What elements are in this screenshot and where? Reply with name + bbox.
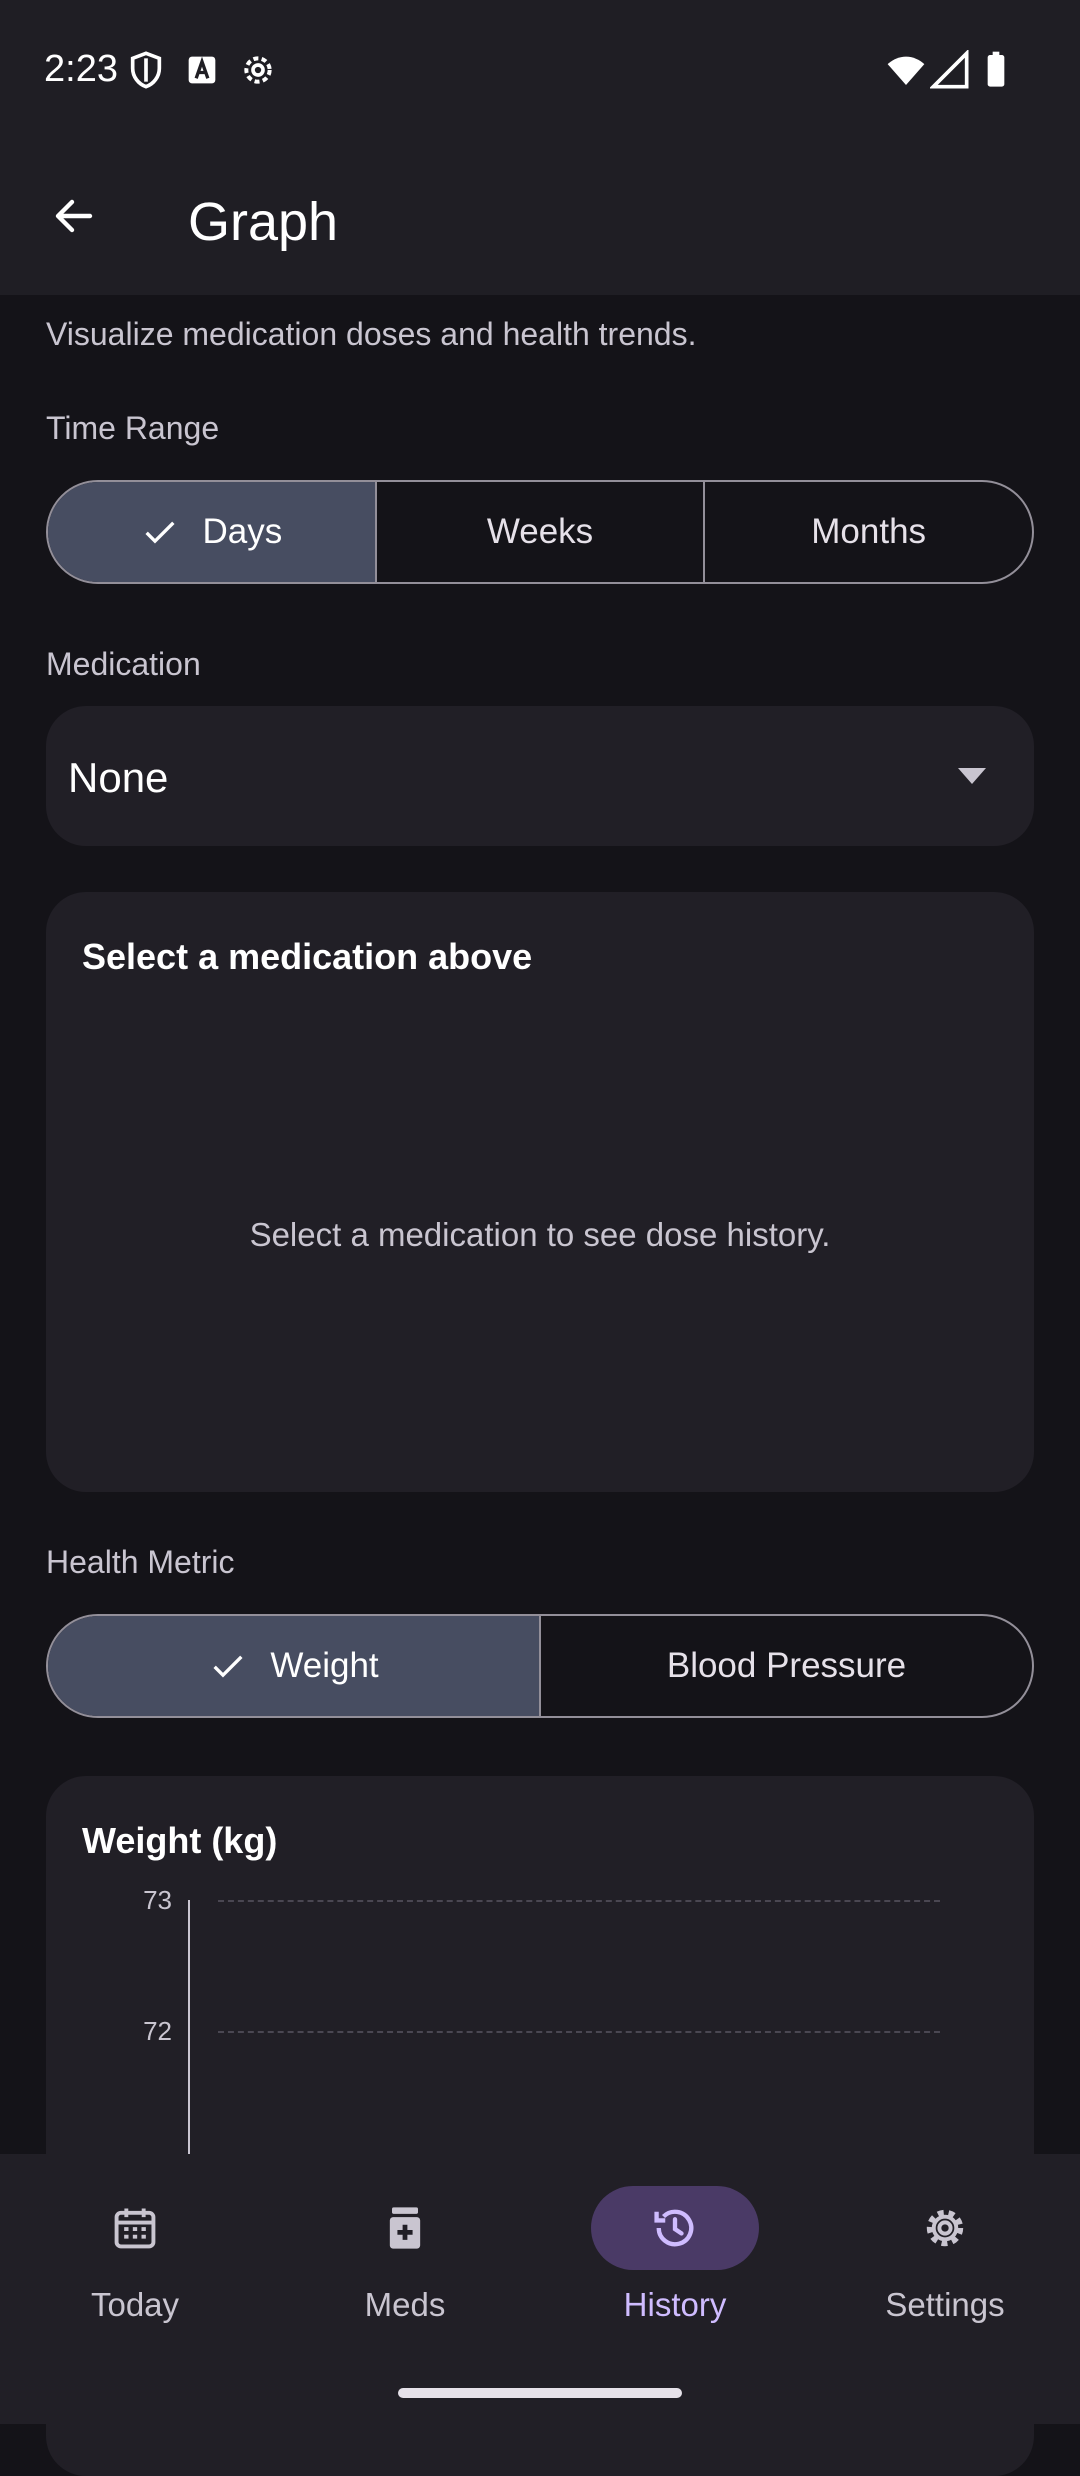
nav-label-today: Today [90,2286,180,2323]
medication-icon [389,2207,421,2249]
health-metric-blood-pressure-label: Blood Pressure [666,1646,907,1685]
page-subtitle: Visualize medication doses and health tr… [46,316,697,352]
health-metric-blood-pressure-button[interactable]: Blood Pressure [539,1616,1032,1716]
time-range-months-label: Months [811,512,927,551]
shield-icon [130,51,162,89]
page-title: Graph [188,192,339,252]
time-range-months-button[interactable]: Months [703,482,1032,582]
status-time: 2:23 [44,48,118,90]
time-range-label: Time Range [46,410,220,446]
medication-dropdown[interactable] [46,706,1034,846]
back-button[interactable] [30,172,118,260]
time-range-weeks-button[interactable]: Weeks [374,482,704,582]
history-icon [654,2209,694,2247]
medication-selected-value: None [68,754,169,801]
text-a-icon [188,56,216,84]
check-icon [213,1655,243,1678]
nav-pill [321,2186,489,2270]
medication-label: Medication [46,646,201,682]
dropdown-arrow-icon [958,768,986,784]
top-app-bar [0,140,1080,295]
gear-icon [926,2209,964,2247]
health-metric-weight-label: Weight [270,1646,379,1685]
cell-signal-icon [930,50,969,89]
dose-card-empty-text: Select a medication to see dose history. [249,1216,831,1253]
time-range-segmented-control: Days Weeks Months [46,480,1034,584]
time-range-weeks-label: Weeks [486,512,594,551]
health-metric-label: Health Metric [46,1544,235,1580]
calendar-icon [114,2208,156,2249]
y-tick-label: 73 [143,1885,172,1915]
nav-pill-active [591,2186,759,2270]
settings-status-icon [244,56,272,84]
nav-item-today[interactable]: Today [0,2186,270,2386]
nav-pill [51,2186,219,2270]
nav-item-settings[interactable]: Settings [810,2186,1080,2386]
nav-label-meds: Meds [364,2286,446,2323]
check-icon [145,521,175,544]
dose-history-card [46,892,1034,1492]
grid-line [218,2031,940,2033]
nav-label-settings: Settings [885,2286,1005,2323]
time-range-days-button[interactable]: Days [48,482,375,582]
battery-icon [987,51,1005,87]
nav-label-history: History [623,2286,727,2323]
weight-chart-title: Weight (kg) [82,1820,278,1861]
y-tick-label: 72 [143,2016,172,2046]
nav-item-history[interactable]: History [540,2186,810,2386]
nav-item-meds[interactable]: Meds [270,2186,540,2386]
home-indicator[interactable] [398,2388,682,2398]
dose-card-title: Select a medication above [82,936,533,977]
health-metric-weight-button[interactable]: Weight [48,1616,539,1716]
time-range-days-label: Days [202,512,283,551]
health-metric-segmented-control: Weight Blood Pressure [46,1614,1034,1718]
nav-pill [861,2186,1029,2270]
wifi-icon [887,56,925,85]
arrow-back-icon [55,199,93,233]
y-axis-line [188,1900,190,2160]
grid-line [218,1900,940,1902]
